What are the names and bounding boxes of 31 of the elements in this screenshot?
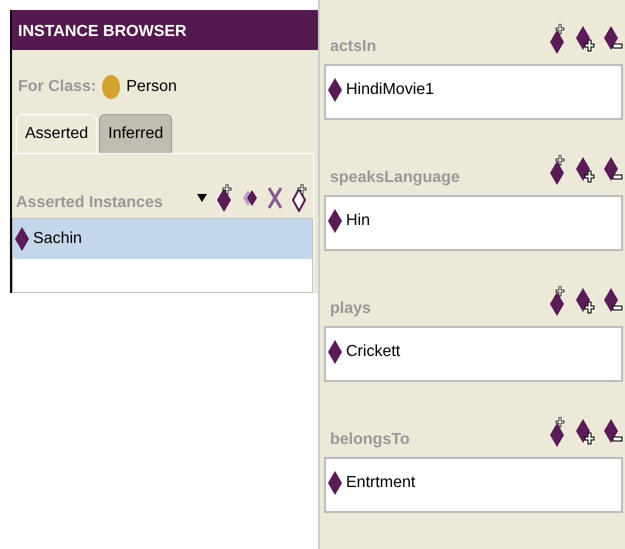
create-value-icon[interactable] (549, 155, 567, 185)
tab[interactable]: Inferred (99, 114, 172, 153)
delete-icon[interactable] (268, 187, 282, 209)
create-value-icon[interactable] (549, 286, 567, 316)
value-name[interactable]: HindiMovie1 (346, 81, 434, 99)
class-icon (102, 75, 120, 99)
value-name[interactable]: Hin (346, 212, 370, 230)
list-title: Asserted Instances (16, 194, 163, 212)
value-name[interactable]: Entrtment (346, 474, 416, 492)
property-name: belongsTo (330, 431, 410, 449)
panel-title: INSTANCE BROWSER (12, 10, 318, 50)
value-name[interactable]: Crickett (346, 343, 400, 361)
class-name: Person (126, 78, 177, 96)
class-label: For Class: (18, 78, 96, 96)
property-name: plays (330, 300, 371, 318)
hollow-diamond-star-icon[interactable] (291, 184, 309, 212)
property-name: speaksLanguage (330, 169, 460, 187)
instance-icon (328, 209, 342, 233)
create-instance-icon[interactable] (216, 184, 234, 212)
instance-name: Sachin (33, 230, 82, 248)
instance-item[interactable]: Sachin (13, 219, 312, 259)
create-value-icon[interactable] (549, 24, 567, 54)
diamonds-icon[interactable] (243, 188, 259, 208)
instance-icon (328, 340, 342, 364)
dropdown-icon[interactable] (197, 194, 207, 202)
tab[interactable]: Asserted (16, 114, 98, 153)
instance-icon (15, 227, 29, 251)
instance-icon (328, 471, 342, 495)
instance-icon (328, 78, 342, 102)
create-value-icon[interactable] (549, 417, 567, 447)
property-name: actsIn (330, 38, 376, 56)
